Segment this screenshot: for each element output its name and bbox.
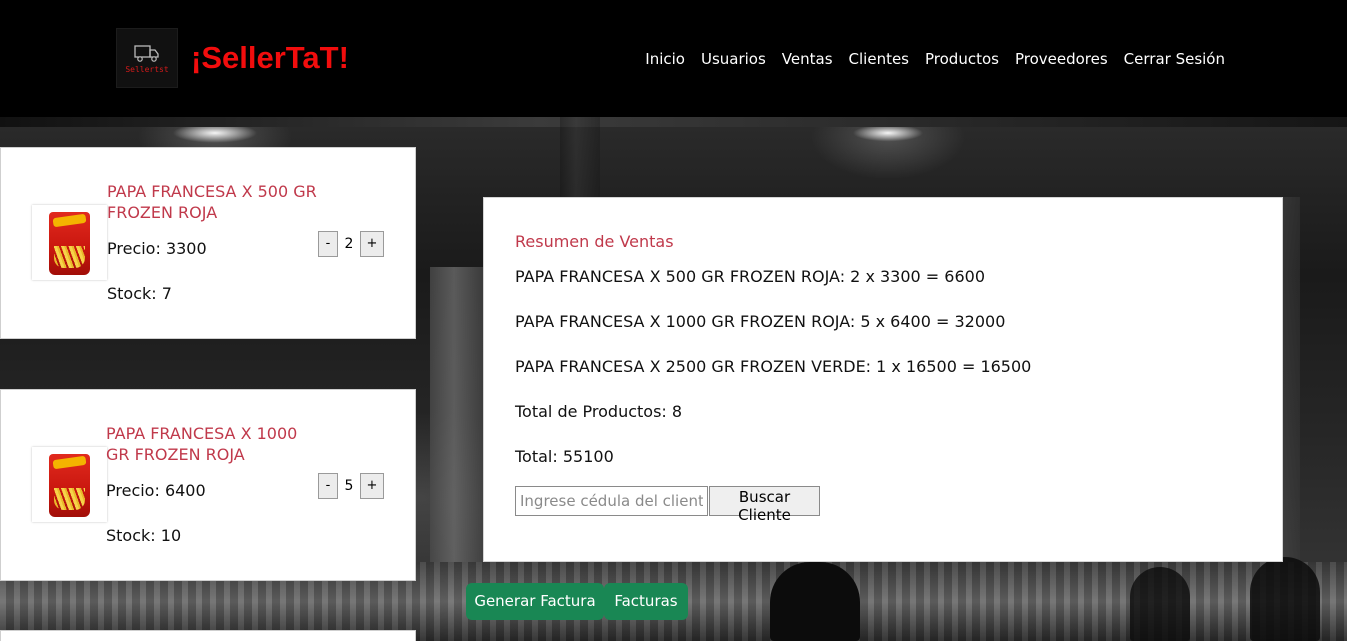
person-silhouette	[1250, 557, 1320, 641]
top-navbar: Sellertst ¡SellerTaT! Inicio Usuarios Ve…	[0, 0, 1347, 117]
nav-link-proveedores[interactable]: Proveedores	[1015, 48, 1108, 70]
total-products: Total de Productos: 8	[515, 402, 683, 421]
person-silhouette	[1130, 567, 1190, 641]
nav-link-cerrar-sesion[interactable]: Cerrar Sesión	[1124, 48, 1225, 70]
summary-line-item: PAPA FRANCESA X 500 GR FROZEN ROJA: 2 x …	[515, 267, 986, 286]
product-image	[32, 205, 107, 280]
fries-bag-icon	[49, 454, 90, 517]
fries-bag-icon	[49, 212, 90, 275]
decrement-button[interactable]: -	[318, 231, 338, 257]
nav-link-ventas[interactable]: Ventas	[782, 48, 833, 70]
product-image	[32, 447, 107, 522]
product-price: Precio: 6400	[106, 481, 206, 500]
summary-title: Resumen de Ventas	[515, 232, 674, 251]
summary-line-item: PAPA FRANCESA X 2500 GR FROZEN VERDE: 1 …	[515, 357, 1032, 376]
product-name: PAPA FRANCESA X 500 GR FROZEN ROJA	[107, 182, 317, 222]
person-silhouette	[770, 562, 860, 641]
summary-line-item: PAPA FRANCESA X 1000 GR FROZEN ROJA: 5 x…	[515, 312, 1006, 331]
total-amount: Total: 55100	[515, 447, 614, 466]
product-stock: Stock: 7	[107, 284, 172, 303]
increment-button[interactable]: +	[360, 473, 384, 499]
product-card: PAPA FRANCESA X 500 GR FROZEN ROJA Preci…	[0, 147, 416, 339]
nav-link-productos[interactable]: Productos	[925, 48, 999, 70]
main-nav: Inicio Usuarios Ventas Clientes Producto…	[645, 48, 1225, 70]
quantity-value: 5	[344, 478, 354, 494]
product-stock: Stock: 10	[106, 526, 182, 545]
logo-text: Sellertst	[125, 65, 169, 74]
generate-invoice-button[interactable]: Generar Factura	[466, 583, 604, 620]
brand-title[interactable]: ¡SellerTaT!	[191, 38, 349, 78]
sales-summary-panel: Resumen de Ventas PAPA FRANCESA X 500 GR…	[483, 197, 1283, 562]
product-name: PAPA FRANCESA X 1000 GR FROZEN ROJA	[106, 424, 298, 464]
cedula-input[interactable]	[515, 486, 708, 516]
invoices-button[interactable]: Facturas	[604, 583, 688, 620]
nav-link-usuarios[interactable]: Usuarios	[701, 48, 766, 70]
ceiling-beam	[0, 117, 1347, 127]
increment-button[interactable]: +	[360, 231, 384, 257]
quantity-value: 2	[344, 236, 354, 252]
product-price: Precio: 3300	[107, 239, 207, 258]
decrement-button[interactable]: -	[318, 473, 338, 499]
product-card: PAPA FRANCESA X 1000 GR FROZEN ROJA Prec…	[0, 389, 416, 581]
logo[interactable]: Sellertst	[116, 28, 178, 88]
product-card	[0, 630, 416, 641]
search-client-button[interactable]: Buscar Cliente	[709, 486, 820, 524]
nav-link-inicio[interactable]: Inicio	[645, 48, 685, 70]
quantity-stepper: - 2 +	[318, 231, 384, 257]
nav-link-clientes[interactable]: Clientes	[849, 48, 909, 70]
truck-icon	[134, 45, 159, 62]
quantity-stepper: - 5 +	[318, 473, 384, 499]
